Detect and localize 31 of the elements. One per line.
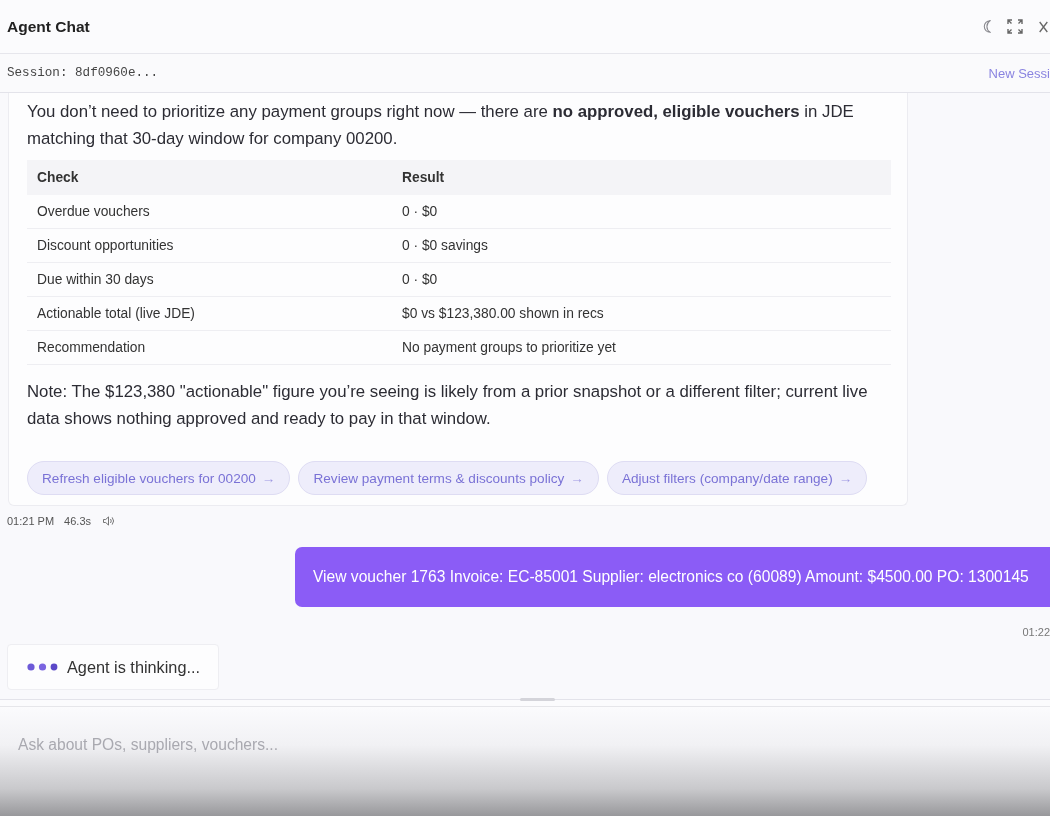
column-header: Result	[400, 160, 891, 195]
thinking-text: Agent is thinking...	[67, 657, 201, 677]
table-cell: 0 · $0	[400, 262, 891, 297]
close-icon[interactable]	[1039, 20, 1048, 33]
expand-icon[interactable]	[1007, 19, 1023, 34]
moon-icon[interactable]	[982, 20, 991, 33]
suggestion-chip[interactable]: Refresh eligible vouchers for 00200 →	[27, 461, 291, 495]
typing-dots-icon	[27, 663, 58, 671]
table-cell: Due within 30 days	[27, 262, 400, 297]
window-title: Agent Chat	[7, 17, 90, 36]
message-text: You don’t need to prioritize any payment groups right now — there are no approved, eligible vouchers in JDE matching that 30-day window for company 00200.	[27, 101, 855, 150]
table-cell: $0 vs $123,380.00 shown in recs	[400, 296, 891, 331]
table-cell: Actionable total (live JDE)	[27, 296, 400, 331]
suggestion-chip[interactable]: Review payment terms & discounts policy →	[298, 461, 599, 495]
note-text: Note: The $123,380 "actionable" figure you’re seeing is likely from a prior snapshot or a different filter; current live data shows nothing approved and ready to pay in that window.	[27, 381, 869, 430]
table-cell: Overdue vouchers	[27, 195, 400, 229]
message-time: 01:22	[1022, 626, 1050, 638]
table-cell: No payment groups to prioritize yet	[400, 330, 891, 365]
message-time: 01:21 PM	[7, 515, 55, 527]
table-cell: 0 · $0 savings	[400, 228, 891, 263]
column-header: Check	[27, 160, 400, 195]
new-session-link[interactable]: New Sessi	[988, 65, 1050, 81]
session-id: Session: 8df0960e...	[7, 66, 159, 80]
user-message: View voucher 1763 Invoice: EC-85001 Supplier: electronics co (60089) Amount: $4500.00 PO: 1300145	[295, 547, 1050, 607]
table-cell: 0 · $0	[400, 195, 891, 229]
table-cell: Discount opportunities	[27, 228, 400, 263]
resize-handle[interactable]	[520, 698, 555, 701]
speaker-icon[interactable]	[103, 516, 115, 526]
table-cell: Recommendation	[27, 330, 400, 365]
response-duration: 46.3s	[64, 515, 91, 527]
suggestion-chip[interactable]: Adjust filters (company/date range) →	[606, 461, 868, 495]
